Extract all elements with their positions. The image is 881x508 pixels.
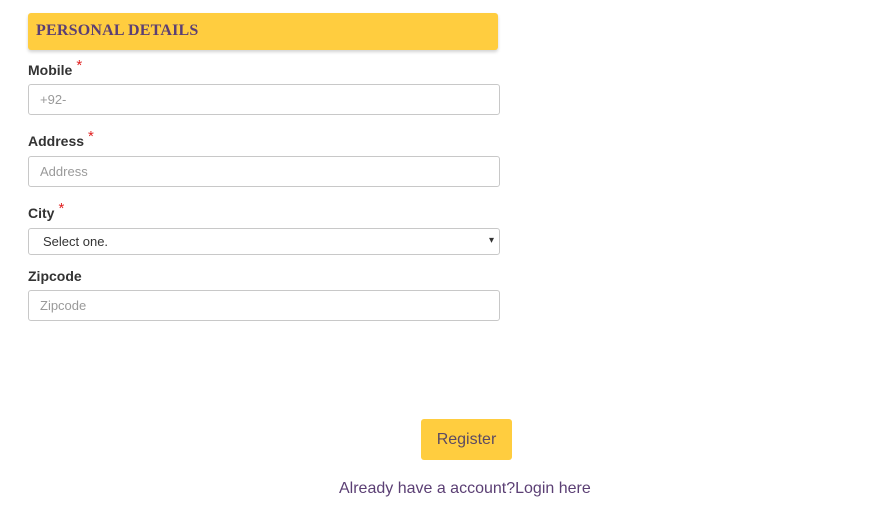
city-select-value: Select one.: [43, 234, 109, 249]
address-input[interactable]: [28, 156, 500, 187]
city-label: City *: [28, 200, 64, 222]
section-header: PERSONAL DETAILS: [28, 13, 498, 50]
login-prompt-text: Already have a account?: [339, 480, 516, 497]
address-label: Address *: [28, 128, 94, 150]
required-mark: *: [58, 200, 65, 217]
register-button[interactable]: Register: [421, 419, 512, 460]
login-link[interactable]: Login here: [515, 480, 591, 497]
section-title: PERSONAL DETAILS: [36, 22, 199, 39]
required-mark: *: [76, 57, 83, 74]
mobile-label: Mobile *: [28, 57, 82, 79]
zipcode-label-text: Zipcode: [28, 268, 82, 284]
zipcode-label: Zipcode: [28, 268, 82, 284]
zipcode-input[interactable]: [28, 290, 500, 321]
city-select[interactable]: Select one. ▾: [28, 228, 500, 255]
dropdown-arrow-icon: ▾: [488, 235, 494, 246]
login-prompt: Already have a account?Login here: [339, 480, 591, 498]
city-label-text: City: [28, 205, 55, 221]
mobile-label-text: Mobile: [28, 62, 73, 78]
registration-form: PERSONAL DETAILS Mobile* Address* City* …: [0, 0, 881, 508]
required-mark: *: [88, 128, 94, 145]
address-label-text: Address: [28, 133, 85, 149]
mobile-input[interactable]: [28, 84, 500, 115]
